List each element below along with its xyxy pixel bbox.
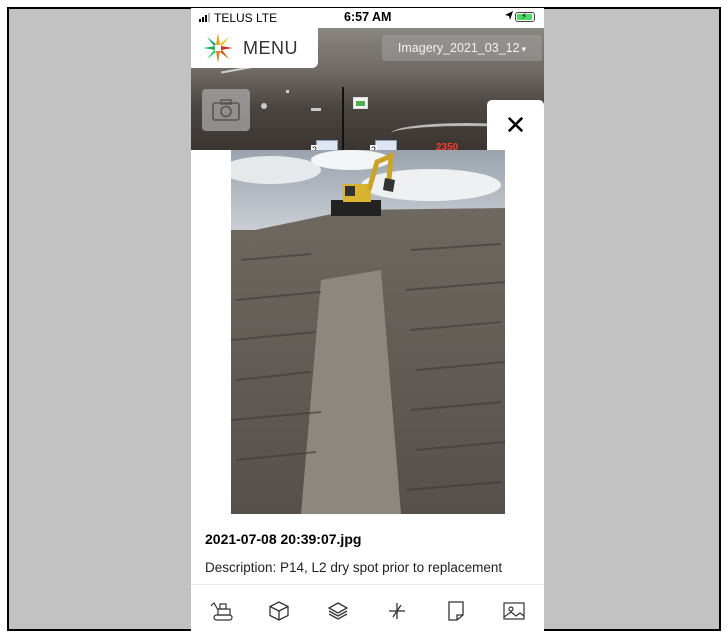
measure-button[interactable] — [384, 599, 410, 623]
photo-description: Description: P14, L2 dry spot prior to r… — [205, 560, 503, 575]
layers-icon — [327, 602, 349, 620]
cube-3d-icon — [269, 601, 289, 621]
note-icon — [448, 601, 464, 621]
elevation-label: 2350 — [436, 142, 459, 150]
excavator-tool-button[interactable] — [209, 599, 235, 623]
app-logo-icon — [203, 33, 233, 63]
gallery-button[interactable] — [501, 599, 527, 623]
close-button[interactable]: ✕ — [487, 100, 544, 150]
3d-view-button[interactable] — [266, 599, 292, 623]
clock-time: 6:57 AM — [344, 10, 392, 24]
excavator-icon — [210, 602, 233, 621]
status-bar: TELUS LTE 6:57 AM ⚡ — [191, 8, 544, 28]
layers-button[interactable] — [325, 599, 351, 623]
phone-screen: TELUS LTE 6:57 AM ⚡ MENU Imagery_2021_03… — [191, 8, 544, 637]
battery-charging-icon: ⚡ — [515, 11, 535, 22]
menu-label: MENU — [243, 38, 298, 58]
notes-button[interactable] — [443, 599, 469, 623]
camera-button[interactable] — [202, 89, 250, 131]
image-icon — [503, 602, 525, 620]
close-icon: ✕ — [504, 109, 527, 140]
photo-filename: 2021-07-08 20:39:07.jpg — [205, 531, 362, 547]
menu-button[interactable]: MENU — [191, 28, 318, 68]
camera-icon — [212, 99, 240, 121]
carrier-label: TELUS LTE — [214, 11, 278, 25]
site-photo[interactable] — [231, 150, 505, 514]
chevron-down-icon: ▾ — [521, 44, 527, 54]
photo-marker-icon[interactable] — [353, 97, 368, 109]
measure-icon — [389, 603, 405, 619]
photo-modal: 2021-07-08 20:39:07.jpg Description: P14… — [191, 150, 544, 584]
signal-strength-icon — [199, 13, 210, 22]
document-marker[interactable]: 2 — [370, 140, 397, 150]
imagery-dropdown[interactable]: Imagery_2021_03_12 ▾ — [382, 35, 542, 61]
location-arrow-icon — [504, 10, 514, 24]
map-pole — [342, 87, 344, 150]
bottom-toolbar — [191, 584, 544, 637]
document-marker[interactable]: 2 — [311, 140, 338, 150]
imagery-value: Imagery_2021_03_12 — [397, 41, 520, 55]
